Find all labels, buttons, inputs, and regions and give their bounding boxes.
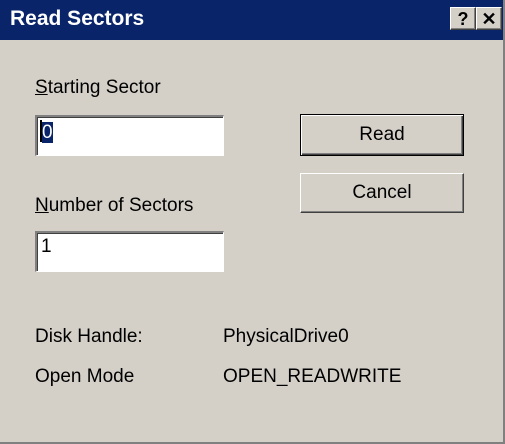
sector-count-label-text: umber of Sectors bbox=[48, 195, 194, 216]
help-button[interactable]: ? bbox=[450, 7, 476, 30]
close-icon: ✕ bbox=[481, 8, 497, 29]
read-button[interactable]: Read bbox=[300, 114, 464, 156]
open-mode-value: OPEN_READWRITE bbox=[223, 366, 402, 387]
sector-count-accelerator: N bbox=[35, 195, 49, 216]
question-mark-icon: ? bbox=[457, 8, 469, 29]
window-title: Read Sectors bbox=[10, 7, 145, 30]
read-sectors-dialog: Read Sectors ? ✕ Starting Sector 0 Numbe… bbox=[0, 0, 505, 444]
disk-handle-label: Disk Handle: bbox=[35, 326, 143, 347]
starting-sector-input[interactable]: 0 bbox=[35, 115, 224, 156]
title-bar[interactable]: Read Sectors ? ✕ bbox=[0, 0, 503, 40]
starting-sector-value: 0 bbox=[42, 122, 53, 143]
cancel-button[interactable]: Cancel bbox=[300, 173, 464, 213]
starting-sector-label: Starting Sector bbox=[35, 77, 161, 99]
sector-count-input[interactable]: 1 bbox=[35, 231, 224, 272]
starting-sector-label-text: tarting Sector bbox=[47, 77, 161, 98]
sector-count-label: Number of Sectors bbox=[35, 195, 193, 217]
read-button-label: Read bbox=[359, 124, 405, 145]
cancel-button-label: Cancel bbox=[352, 182, 412, 203]
close-button[interactable]: ✕ bbox=[476, 7, 502, 30]
open-mode-label: Open Mode bbox=[35, 366, 135, 387]
sector-count-value: 1 bbox=[41, 236, 52, 257]
disk-handle-value: PhysicalDrive0 bbox=[223, 326, 349, 347]
starting-sector-accelerator: S bbox=[35, 77, 48, 98]
